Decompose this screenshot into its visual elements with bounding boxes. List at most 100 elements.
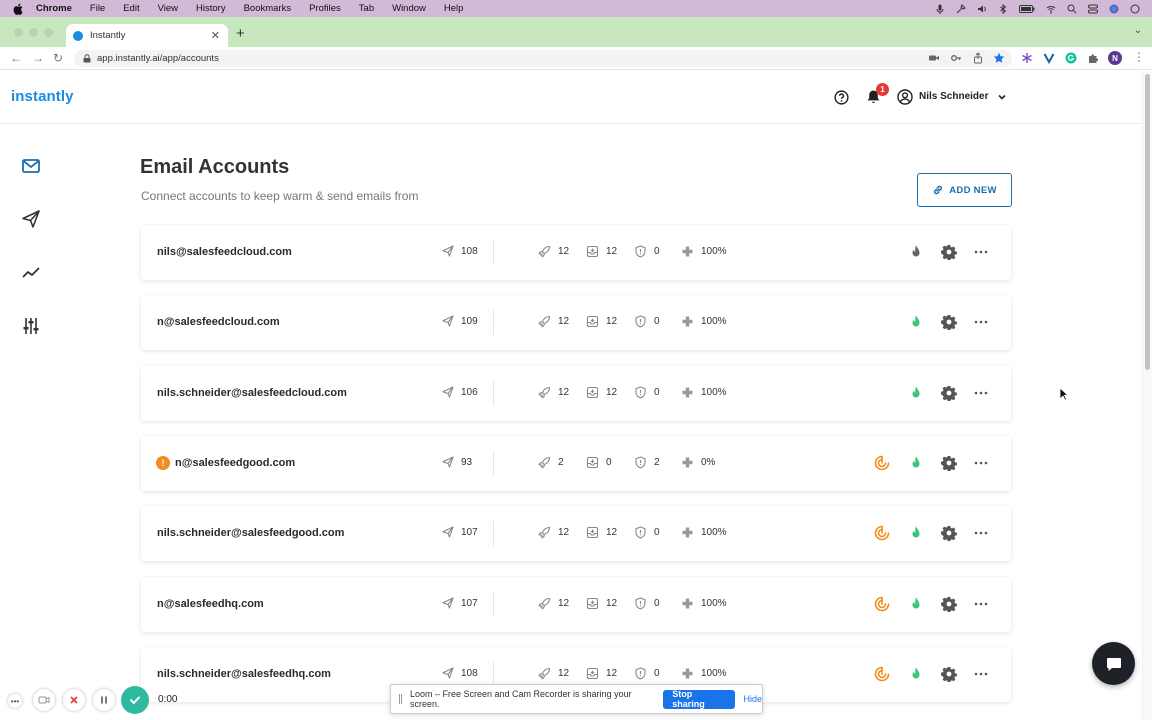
apple-icon[interactable] (12, 3, 24, 15)
warmup-flame-icon[interactable] (908, 525, 924, 541)
support-chat-button[interactable] (1092, 642, 1135, 685)
account-settings-gear-icon[interactable] (941, 666, 957, 682)
window-close-button[interactable] (14, 28, 23, 37)
warmup-flame-icon[interactable] (908, 455, 924, 471)
page-scrollbar-thumb[interactable] (1145, 74, 1150, 370)
close-tab-icon[interactable]: ✕ (211, 29, 220, 42)
sidebar-analytics-trend-icon[interactable] (20, 262, 42, 284)
account-more-options-icon[interactable] (973, 385, 989, 401)
browser-tab-instantly[interactable]: Instantly ✕ (66, 24, 228, 47)
account-more-options-icon[interactable] (973, 455, 989, 471)
account-email[interactable]: n@salesfeedgood.com (175, 457, 295, 469)
user-name[interactable]: Nils Schneider (919, 91, 988, 102)
drag-grip-icon[interactable] (399, 694, 402, 704)
account-email[interactable]: nils.schneider@salesfeedhq.com (157, 668, 331, 680)
account-settings-gear-icon[interactable] (941, 596, 957, 612)
menu-bookmarks[interactable]: Bookmarks (244, 3, 292, 14)
account-more-options-icon[interactable] (973, 244, 989, 260)
account-settings-gear-icon[interactable] (941, 244, 957, 260)
account-email[interactable]: nils.schneider@salesfeedgood.com (157, 527, 344, 539)
account-more-options-icon[interactable] (973, 596, 989, 612)
notification-center-icon[interactable] (1130, 4, 1140, 14)
menu-help[interactable]: Help (444, 3, 464, 14)
camera-icon[interactable] (928, 52, 940, 64)
menu-profiles[interactable]: Profiles (309, 3, 341, 14)
loom-more-icon[interactable]: ••• (8, 694, 22, 708)
warmup-flame-icon[interactable] (908, 385, 924, 401)
menu-edit[interactable]: Edit (123, 3, 139, 14)
bluetooth-icon[interactable] (998, 3, 1008, 14)
browser-menu-kebab-icon[interactable]: ⋮ (1133, 50, 1145, 64)
warmup-status-target-icon[interactable] (874, 666, 890, 682)
warmup-flame-icon[interactable] (908, 596, 924, 612)
browser-profile-avatar[interactable]: N (1108, 51, 1122, 65)
grammarly-icon[interactable] (1065, 52, 1077, 64)
account-settings-gear-icon[interactable] (941, 455, 957, 471)
window-minimize-button[interactable] (29, 28, 38, 37)
account-email[interactable]: nils.schneider@salesfeedcloud.com (157, 387, 347, 399)
account-email[interactable]: nils@salesfeedcloud.com (157, 246, 292, 258)
warning-icon[interactable]: ! (156, 456, 170, 470)
warmup-status-target-icon[interactable] (874, 525, 890, 541)
spotlight-search-icon[interactable] (1067, 4, 1077, 14)
account-settings-gear-icon[interactable] (941, 385, 957, 401)
warmup-flame-icon[interactable] (908, 244, 924, 260)
loom-camera-toggle-icon[interactable] (33, 689, 55, 711)
forward-arrow-icon[interactable]: → (32, 51, 44, 65)
help-question-icon[interactable] (834, 90, 849, 105)
volume-icon[interactable] (977, 4, 987, 14)
menu-history[interactable]: History (196, 3, 226, 14)
warmup-status-target-icon[interactable] (874, 455, 890, 471)
sidebar-email-accounts-mail-icon[interactable] (20, 155, 42, 177)
warmup-flame-icon[interactable] (908, 314, 924, 330)
account-settings-gear-icon[interactable] (941, 314, 957, 330)
warmup-status-target-icon[interactable] (874, 596, 890, 612)
account-more-options-icon[interactable] (973, 525, 989, 541)
account-email[interactable]: n@salesfeedcloud.com (157, 316, 280, 328)
microphone-icon[interactable] (935, 4, 945, 14)
wifi-icon[interactable] (1046, 4, 1056, 14)
account-row[interactable]: nils.schneider@salesfeedcloud.com 106 12… (141, 366, 1011, 421)
control-center-icon[interactable] (1088, 4, 1098, 14)
new-tab-plus-icon[interactable]: + (236, 25, 245, 42)
stop-sharing-button[interactable]: Stop sharing (663, 689, 735, 709)
account-row[interactable]: ! n@salesfeedgood.com 93 2 0 2 0% (141, 436, 1011, 491)
instantly-logo[interactable]: instantly (11, 88, 74, 105)
loom-pause-icon[interactable] (93, 689, 115, 711)
account-settings-gear-icon[interactable] (941, 525, 957, 541)
sidebar-settings-sliders-icon[interactable] (20, 315, 42, 337)
extension-v-icon[interactable] (1043, 52, 1055, 64)
account-row[interactable]: nils.schneider@salesfeedgood.com 107 12 … (141, 506, 1011, 561)
menu-file[interactable]: File (90, 3, 105, 14)
loom-finish-recording-check-icon[interactable] (121, 686, 149, 714)
account-more-options-icon[interactable] (973, 666, 989, 682)
tools-icon[interactable] (956, 3, 966, 14)
menu-window[interactable]: Window (392, 3, 426, 14)
account-row[interactable]: nils@salesfeedcloud.com 108 12 12 0 100% (141, 225, 1011, 280)
extension-snowflake-icon[interactable] (1021, 52, 1033, 64)
address-bar[interactable]: app.instantly.ai/app/accounts (74, 50, 1012, 67)
warmup-flame-icon[interactable] (908, 666, 924, 682)
window-zoom-button[interactable] (44, 28, 53, 37)
account-email[interactable]: n@salesfeedhq.com (157, 598, 264, 610)
chevron-down-icon[interactable] (997, 92, 1007, 102)
account-more-options-icon[interactable] (973, 314, 989, 330)
key-icon[interactable] (950, 52, 962, 64)
tab-search-chevron-icon[interactable]: ⌄ (1134, 25, 1142, 36)
extensions-puzzle-icon[interactable] (1087, 52, 1099, 64)
loom-cancel-recording-icon[interactable] (63, 689, 85, 711)
menu-view[interactable]: View (158, 3, 178, 14)
menu-app-name[interactable]: Chrome (36, 3, 72, 14)
siri-icon[interactable] (1109, 4, 1119, 14)
share-icon[interactable] (972, 52, 984, 64)
user-account-icon[interactable] (897, 89, 913, 105)
account-row[interactable]: n@salesfeedhq.com 107 12 12 0 100% (141, 577, 1011, 632)
reload-icon[interactable]: ↻ (53, 51, 63, 65)
add-new-account-button[interactable]: ADD NEW (917, 173, 1012, 207)
account-row[interactable]: n@salesfeedcloud.com 109 12 12 0 100% (141, 295, 1011, 350)
bookmark-star-icon[interactable] (993, 52, 1005, 64)
hide-sharing-bar-link[interactable]: Hide (744, 694, 763, 704)
sidebar-campaigns-send-icon[interactable] (20, 208, 42, 230)
menu-tab[interactable]: Tab (359, 3, 374, 14)
battery-icon[interactable] (1019, 4, 1035, 14)
